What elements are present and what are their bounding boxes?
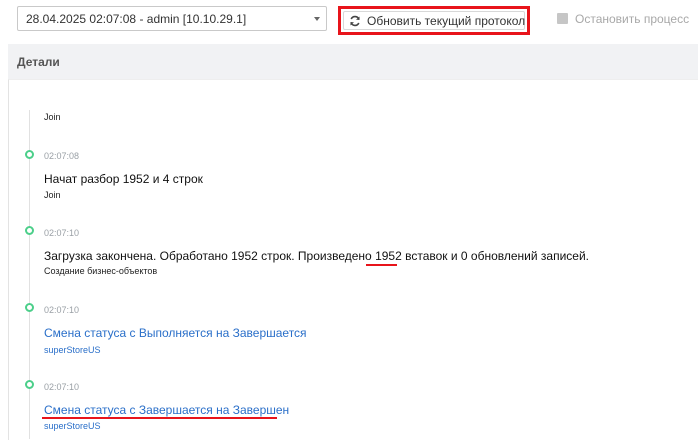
log-entry-2-message: Загрузка закончена. Обработано 1952 стро… [44,249,589,263]
refresh-button-label: Обновить текущий протокол [367,14,526,28]
log-entry-2-source: Создание бизнес-объектов [44,266,158,276]
refresh-icon [350,15,360,27]
log-entry-2-time: 02:07:10 [44,228,80,238]
message-part: Загрузка закончена. Обработано 1952 стро… [44,249,376,263]
timeline-dot-icon [25,303,34,312]
timeline-dot-icon [25,150,34,159]
timeline-line [29,110,30,439]
highlight-underline [42,417,277,419]
log-entry-1-time: 02:07:08 [44,151,80,161]
log-entry-4-time: 02:07:10 [44,382,80,392]
timeline-dot-icon [25,380,34,389]
log-entry-4-message-link[interactable]: Смена статуса с Завершается на Завершен [44,403,289,417]
stop-process-checkbox[interactable] [557,13,568,24]
log-entry-0-source: Join [44,112,61,122]
details-title: Детали [17,55,60,69]
message-part: вставок и 0 обновлений записей. [401,249,589,263]
log-entry-1-message: Начат разбор 1952 и 4 строк [44,172,203,186]
log-entry-3-source-link[interactable]: superStoreUS [44,345,101,355]
log-entry-1-source: Join [44,190,61,200]
toolbar: 28.04.2025 02:07:08 - admin [10.10.29.1]… [0,0,698,40]
protocol-select[interactable]: 28.04.2025 02:07:08 - admin [10.10.29.1] [17,6,327,31]
timeline-dot-icon [25,226,34,235]
chevron-down-icon[interactable] [314,17,320,21]
refresh-protocol-button[interactable]: Обновить текущий протокол [338,6,530,35]
log-entry-3-message-link[interactable]: Смена статуса с Выполняется на Завершает… [44,326,307,340]
highlight-underline [366,264,397,266]
highlighted-count: 1952 [375,249,402,263]
log-entry-3-time: 02:07:10 [44,305,80,315]
details-header: Детали [8,44,698,79]
stop-process-label: Остановить процесс [575,12,690,26]
protocol-select-value: 28.04.2025 02:07:08 - admin [10.10.29.1] [26,12,247,26]
log-entry-4-source-link[interactable]: superStoreUS [44,421,101,431]
